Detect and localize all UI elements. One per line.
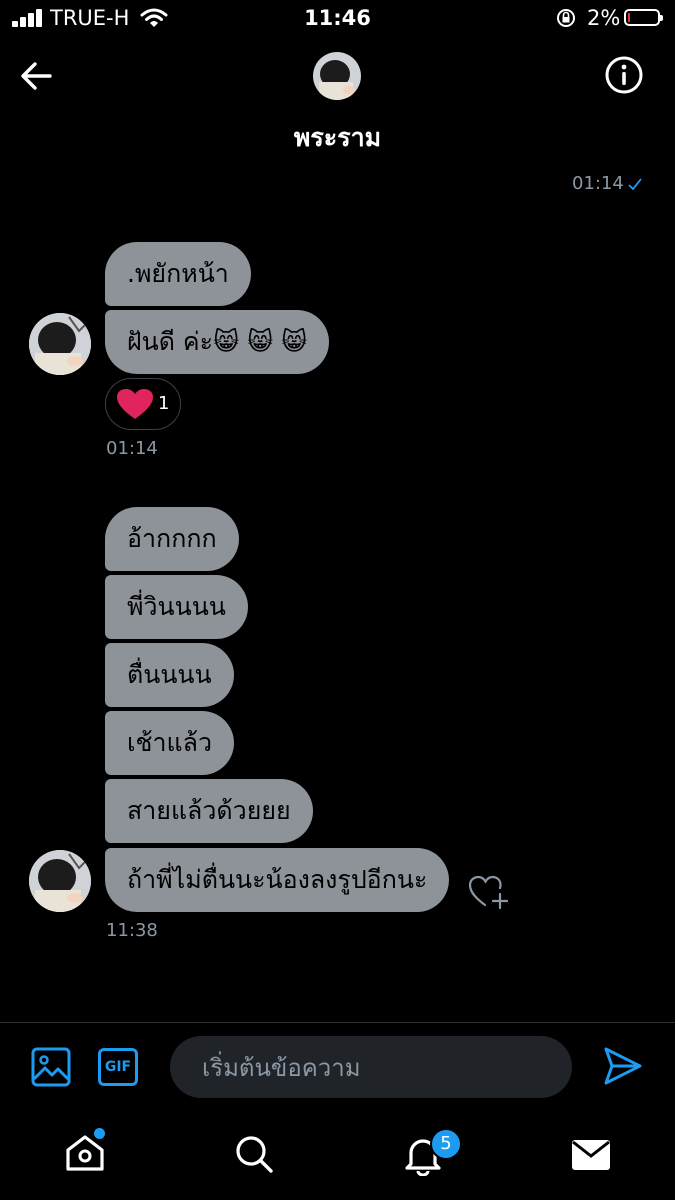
checkmark-icon (628, 178, 642, 191)
message-bubble[interactable]: .พยักหน้า (105, 242, 251, 306)
messages-icon[interactable] (571, 1138, 611, 1172)
composer-divider (0, 1022, 675, 1023)
sender-avatar[interactable] (29, 850, 91, 912)
gif-icon[interactable]: GIF (98, 1048, 138, 1086)
message-bubble[interactable]: ฝันดี ค่ะ😸 😸 😸 (105, 310, 330, 374)
status-bar: TRUE-H 11:46 2% (0, 0, 675, 40)
add-reaction-icon[interactable] (468, 872, 510, 910)
info-icon[interactable] (604, 55, 644, 95)
message-bubble[interactable]: ตื่นนนน (105, 643, 234, 707)
battery-icon (624, 9, 663, 26)
heart-reaction[interactable]: 1 (105, 378, 181, 430)
message-composer[interactable] (170, 1036, 572, 1100)
notification-count-badge: 5 (430, 1128, 462, 1160)
message-input[interactable] (200, 1036, 544, 1100)
back-arrow-icon[interactable] (18, 58, 56, 94)
image-icon[interactable] (31, 1047, 71, 1087)
sender-avatar[interactable] (29, 313, 91, 375)
header-avatar[interactable] (313, 52, 361, 100)
send-icon[interactable] (603, 1046, 643, 1086)
message-bubble[interactable]: อ้ากกกก (105, 507, 239, 571)
home-unread-dot (94, 1128, 105, 1139)
search-icon[interactable] (234, 1134, 274, 1174)
message-bubble[interactable]: ถ้าพี่ไม่ตื่นนะน้องลงรูปอีกนะ (105, 848, 450, 912)
message-bubble[interactable]: สายแล้วด้วยยย (105, 779, 313, 843)
rotation-lock-icon (557, 9, 575, 27)
heart-icon (117, 389, 153, 419)
message-bubble[interactable]: พี่วินนนน (105, 575, 248, 639)
conversation-title[interactable]: พระราม (0, 118, 675, 158)
sent-timestamp: 01:14 (572, 173, 624, 194)
message-timestamp: 11:38 (106, 920, 158, 941)
reaction-count: 1 (158, 393, 170, 414)
message-bubble[interactable]: เช้าแล้ว (105, 711, 235, 775)
battery-percent: 2% (587, 6, 621, 30)
message-timestamp: 01:14 (106, 438, 158, 459)
